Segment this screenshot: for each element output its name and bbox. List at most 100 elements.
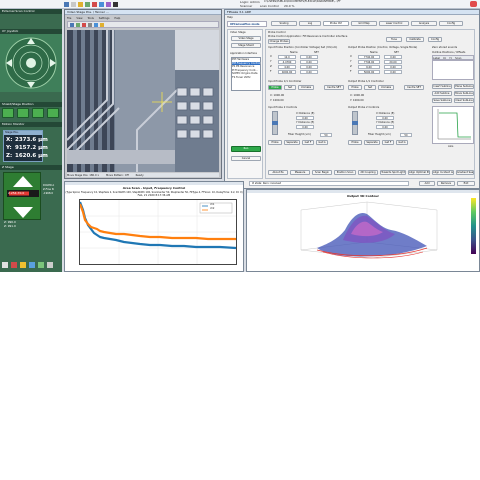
coupling-button[interactable]: 2D Coupling [358,170,378,175]
probe-button-2[interactable]: Probe [348,85,362,90]
toolbar-icons [64,1,122,8]
tab-analysis[interactable]: Analysis [411,21,437,26]
position-scan-button[interactable]: Position Scan [334,170,356,175]
stage-position-display: Stage Pos. X: 2373.6 µm Y: 9157.2 µm Z: … [3,130,48,162]
run-button[interactable]: Run [231,146,261,152]
set-origin-button[interactable] [32,108,44,118]
probe-button[interactable]: Probe [268,85,282,90]
close-icon[interactable] [470,1,477,7]
ops-get-g-button-2[interactable]: Get G [396,140,408,145]
left-bottom-icons [2,261,60,269]
z-down-icon [13,207,33,218]
menu-tools[interactable]: Tools [87,17,93,20]
remove-button[interactable]: Remove [437,181,455,186]
position-field[interactable]: 0.00 [384,55,402,59]
tab-grid-map[interactable]: Grid Map [351,21,377,26]
plane-subline-button[interactable]: Plane SubLine [454,84,474,89]
about-button[interactable]: About Pa [268,170,288,175]
go-origin-button[interactable] [47,108,59,118]
set-button-2[interactable]: Set [364,85,376,90]
tab-config[interactable]: Config [439,21,463,26]
add-subline-button[interactable]: Add Subline [432,91,452,96]
ops-get-g-button[interactable]: Get G [316,140,328,145]
stage-shield-button[interactable]: Stage Shield [231,43,261,48]
position-field[interactable]: 0.00 [300,60,318,64]
change-probes-button[interactable]: Change Probes [268,39,290,44]
measure-button[interactable]: Measure [290,170,310,175]
z-stage-control[interactable]: 2.254,70.0 [3,172,41,220]
home-button[interactable] [2,108,14,118]
tab-laser-control[interactable]: Laser Control [379,21,409,26]
position-field[interactable]: 4000.00 [278,70,296,74]
unmake-button-2[interactable]: Unmake [378,85,394,90]
position-field[interactable]: 6.00 [358,65,380,69]
app-interface-list[interactable]: PM Hardware PM-Frequency Control PS PR R… [231,57,261,91]
position-field[interactable]: 7740.00 [358,55,380,59]
fiber-height-field[interactable]: 50 [320,133,332,137]
position-field[interactable]: 5000.00 [358,70,380,74]
ops-get-f-button[interactable]: Get F [302,140,314,145]
position-field[interactable]: 0.00 [300,70,318,74]
ops-probe-button[interactable]: Probe [268,140,282,145]
zero-stored-checkbox-label[interactable]: Zero stored sounds [432,46,457,50]
position-field[interactable]: 0.00 [300,65,318,69]
ops-separate-button[interactable]: Separate [284,140,300,145]
cancel-button[interactable]: Cancel [231,156,261,161]
position-field[interactable]: 12.0 [278,55,296,59]
ops-get-f-button-2[interactable]: Get F [382,140,394,145]
spot-light-button[interactable]: Towards Spot Light [380,170,406,175]
insert-subline-button[interactable]: Insert Subline [432,84,452,89]
chart-plot-area: ch1 ch2 [78,199,237,265]
menu-settings[interactable]: Settings [99,17,110,20]
clear-subline-button[interactable]: Clear SubLine [454,98,474,103]
menu-help[interactable]: Help [114,17,120,20]
position-field[interactable]: 4.00 [278,65,296,69]
ops-probe-button-2[interactable]: Probe [348,140,362,145]
scan-begin-button[interactable]: Scan Begin [312,170,332,175]
add-button[interactable]: Add [419,181,435,186]
position-field[interactable]: 7746.00 [358,60,380,64]
command-input[interactable]: # state: Recv: received [249,181,409,186]
fiber-height-field-2[interactable]: 50 [400,133,412,137]
output-controller-label: Output Probe Position (Control, Voltage,… [348,46,418,49]
menu-view[interactable]: View [76,17,82,20]
save-subline-button[interactable]: Save SubLine [432,98,452,103]
x-distance-field-2[interactable]: 0.00 [376,116,394,120]
menu-file[interactable]: File [67,17,71,20]
x-distance-field[interactable]: 0.00 [296,116,314,120]
tab-log[interactable]: Log [299,21,321,26]
position-field[interactable]: 0.00 [384,65,402,69]
align-probes-button[interactable]: Align Optimal Probes [408,170,430,175]
gradient-search-button[interactable]: Gradient Search [456,170,474,175]
config-button[interactable]: Config [428,37,442,42]
y-distance-field-2[interactable]: 0.00 [376,125,394,129]
outline-table[interactable] [432,60,474,80]
ops-separate-button-2[interactable]: Separate [364,140,380,145]
input-slider[interactable] [272,111,278,135]
exit-button[interactable]: Exit [457,181,475,186]
list-item[interactable]: SCPEC Origins Data [232,72,260,76]
set-button[interactable]: Set [284,85,296,90]
calibrate-button[interactable]: Calibrate [406,37,424,42]
position-field[interactable]: 0.00 [384,70,402,74]
main-menu-help[interactable]: Help [227,16,233,20]
camera-live-image[interactable] [67,30,219,172]
output-slider[interactable] [352,111,358,135]
unmake-button[interactable]: Unmake [298,85,314,90]
video-stage-button[interactable]: Video Stage [231,36,261,41]
position-field[interactable]: 0.00 [300,55,318,59]
list-item[interactable]: TS Tuner 2kHz [232,76,260,80]
stop-button[interactable] [17,108,29,118]
y-distance-field[interactable]: 0.00 [296,125,314,129]
tab-scaling[interactable]: Scaling [271,21,297,26]
y-distance-label: Y Distance (E) [296,121,315,124]
centre-set-button[interactable]: Centre SET [324,85,344,90]
position-field[interactable]: 4.4760 [278,60,296,64]
tune-button[interactable]: Tune [386,37,402,42]
centre-set-button-2[interactable]: Centre SET [404,85,424,90]
xy-joystick[interactable] [0,34,62,92]
align-angle-button[interactable]: Align Incident Angle [432,170,454,175]
move-subline-button[interactable]: Move SubLine [454,91,474,96]
tab-probe-ctrl[interactable]: Probe Ctrl [323,21,349,26]
position-field[interactable]: 20.00 [384,60,402,64]
